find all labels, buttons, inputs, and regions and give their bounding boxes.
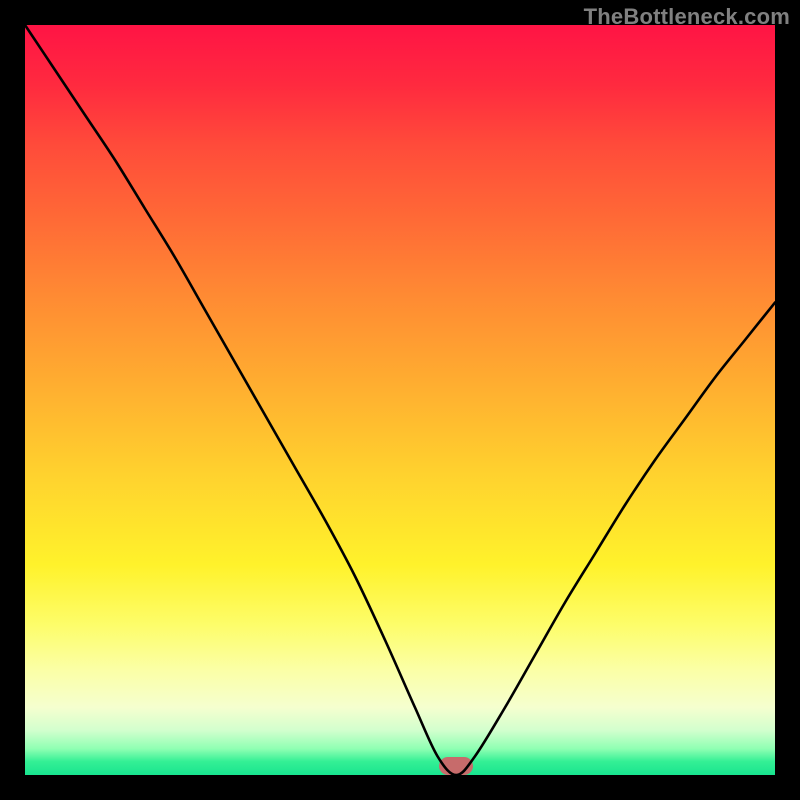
plot-area (25, 25, 775, 775)
chart-frame: TheBottleneck.com (0, 0, 800, 800)
bottleneck-curve (25, 25, 775, 775)
curve-path (25, 25, 775, 775)
